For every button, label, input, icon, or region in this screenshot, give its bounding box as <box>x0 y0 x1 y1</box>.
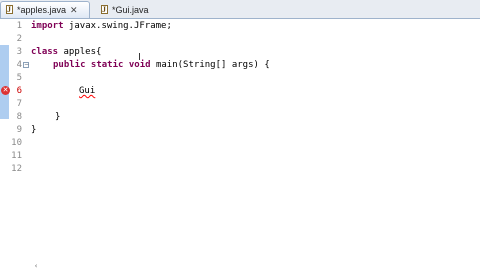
line-number: 10 <box>11 138 22 148</box>
line-number: 12 <box>11 164 22 174</box>
change-marker <box>0 45 9 119</box>
tab-label: *Gui.java <box>112 4 149 15</box>
line-number: 2 <box>16 34 22 44</box>
code-line-8[interactable]: } <box>55 111 60 123</box>
scroll-left-icon[interactable]: ‹ <box>34 262 38 270</box>
code-line-1[interactable]: import javax.swing.JFrame; <box>31 20 172 32</box>
line-number: 4 <box>16 60 22 70</box>
line-number: 5 <box>16 73 22 83</box>
editor-tab-bar: J *apples.java ✕ J *Gui.java <box>0 0 480 19</box>
class-name: apples{ <box>58 47 102 57</box>
error-token: Gui <box>79 86 96 96</box>
line-number: 8 <box>16 112 22 122</box>
close-icon[interactable]: ✕ <box>70 5 78 16</box>
fold-collapse-icon[interactable]: − <box>23 62 29 68</box>
line-number: 1 <box>16 21 22 31</box>
line-number: 9 <box>16 125 22 135</box>
code-line-3[interactable]: class apples{ <box>31 46 101 58</box>
line-number: 6 <box>16 86 22 96</box>
text-cursor-icon: I <box>138 52 141 63</box>
tab-gui-java[interactable]: J *Gui.java <box>96 1 156 18</box>
method-signature: main(String[] args) { <box>150 60 270 70</box>
keyword-modifiers: public static void <box>53 60 151 70</box>
import-path: javax.swing.JFrame; <box>63 21 172 31</box>
keyword-import: import <box>31 21 64 31</box>
code-line-4[interactable]: public static void main(String[] args) { <box>53 59 270 71</box>
line-number: 7 <box>16 99 22 109</box>
code-line-6[interactable]: Gui <box>79 85 95 97</box>
line-number: 11 <box>11 151 22 161</box>
error-icon[interactable]: ✕ <box>1 86 10 95</box>
code-line-9[interactable]: } <box>31 124 36 136</box>
tab-label: *apples.java <box>17 5 67 15</box>
java-file-icon: J <box>6 5 13 14</box>
tab-apples-java[interactable]: J *apples.java ✕ <box>0 1 90 18</box>
keyword-class: class <box>31 47 59 57</box>
line-number: 3 <box>16 47 22 57</box>
java-file-icon: J <box>101 4 108 14</box>
